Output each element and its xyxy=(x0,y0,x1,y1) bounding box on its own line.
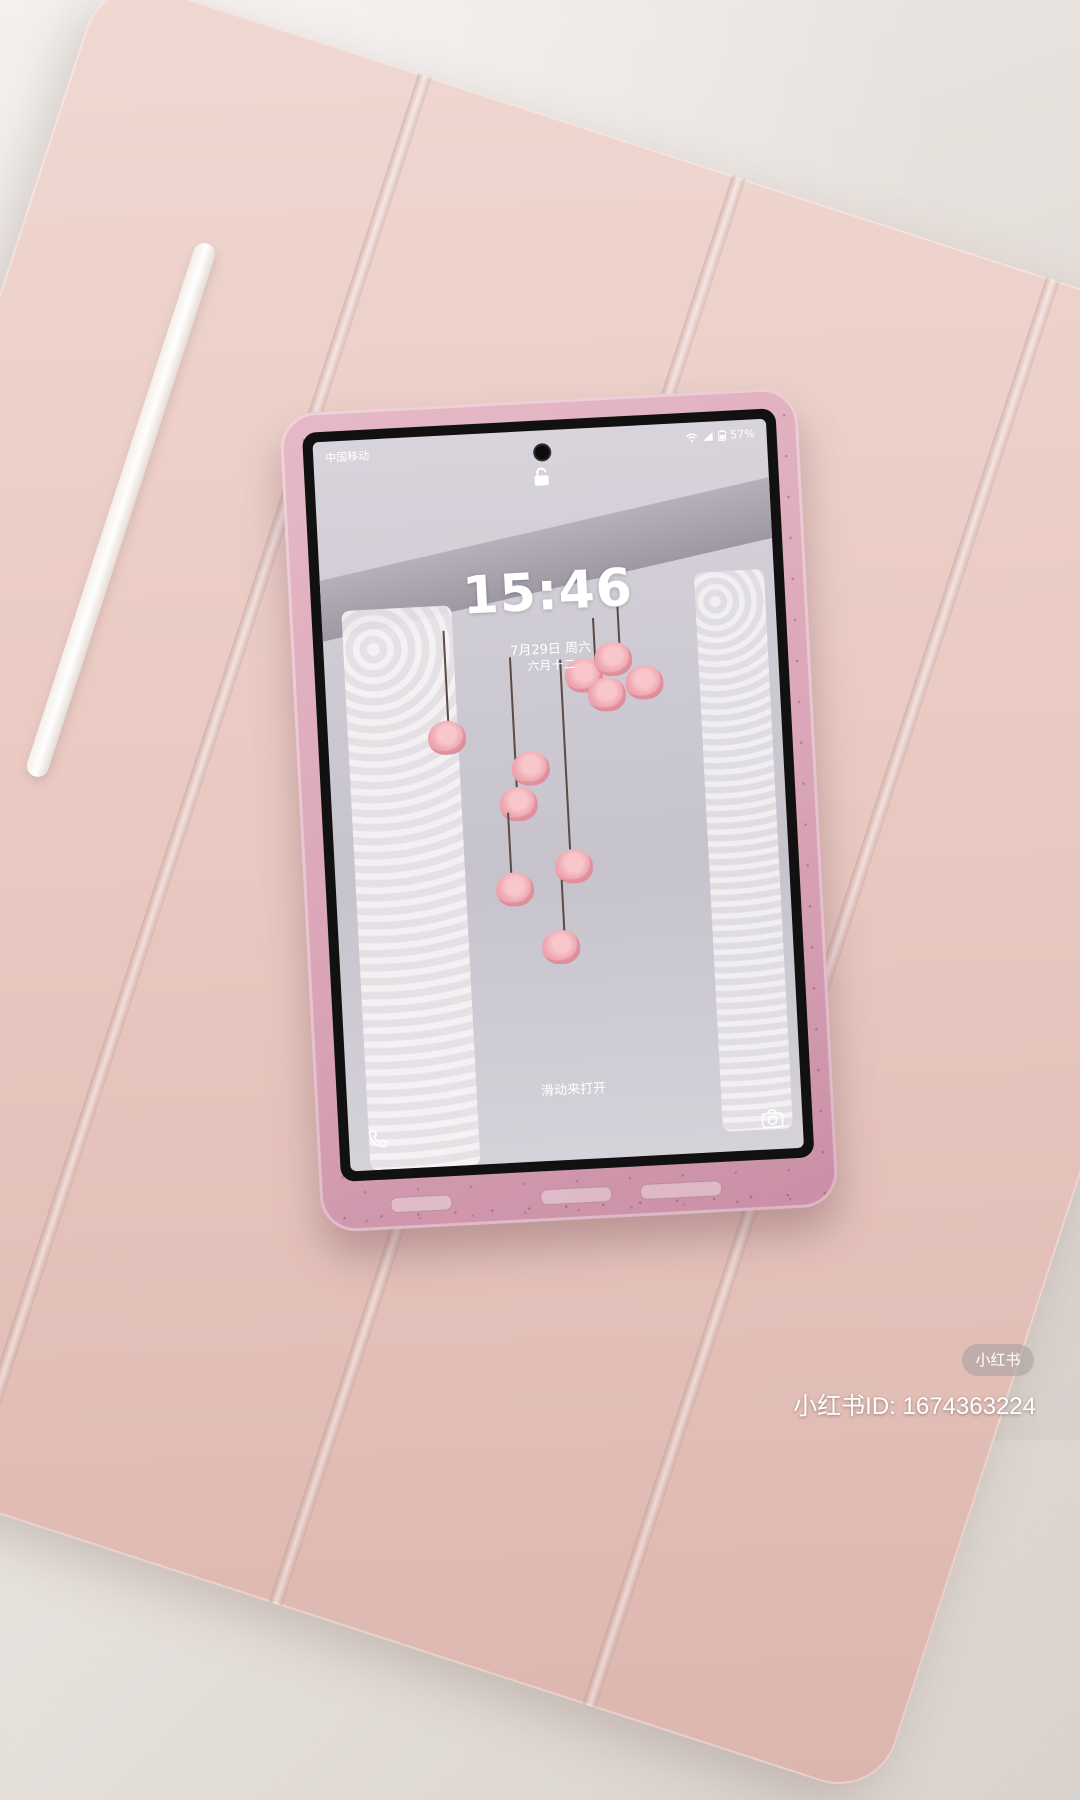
usb-port xyxy=(539,1185,613,1206)
phone-icon[interactable] xyxy=(366,1127,389,1150)
phone-bezel: 中国移动 57% 15:46 7月29日 周六 六月十二 滑动来打开 xyxy=(301,408,815,1182)
battery-percent: 57% xyxy=(729,427,755,442)
front-camera xyxy=(532,442,552,462)
rose xyxy=(541,929,582,966)
signal-icon xyxy=(702,431,713,441)
status-bar: 中国移动 57% xyxy=(325,425,755,465)
rose xyxy=(427,719,467,756)
rose xyxy=(554,848,594,885)
camera-icon[interactable] xyxy=(760,1107,785,1130)
battery-icon xyxy=(717,429,726,442)
status-icons: 57% xyxy=(685,427,755,444)
rose xyxy=(510,750,551,787)
xiaohongshu-id-watermark: 小红书ID: 1674363224 xyxy=(793,1393,1036,1420)
smartphone: 中国移动 57% 15:46 7月29日 周六 六月十二 滑动来打开 xyxy=(278,387,840,1233)
rose xyxy=(495,871,535,908)
rose xyxy=(498,786,539,823)
rose xyxy=(624,664,665,701)
speaker-grille xyxy=(390,1194,453,1214)
wifi-icon xyxy=(685,432,697,442)
stylus-slot xyxy=(639,1179,723,1201)
unlock-icon[interactable] xyxy=(532,466,551,487)
lock-screen[interactable]: 中国移动 57% 15:46 7月29日 周六 六月十二 滑动来打开 xyxy=(312,418,805,1172)
carrier-name: 中国移动 xyxy=(324,449,370,465)
rose xyxy=(587,676,627,713)
xiaohongshu-logo: 小红书 xyxy=(962,1344,1034,1376)
